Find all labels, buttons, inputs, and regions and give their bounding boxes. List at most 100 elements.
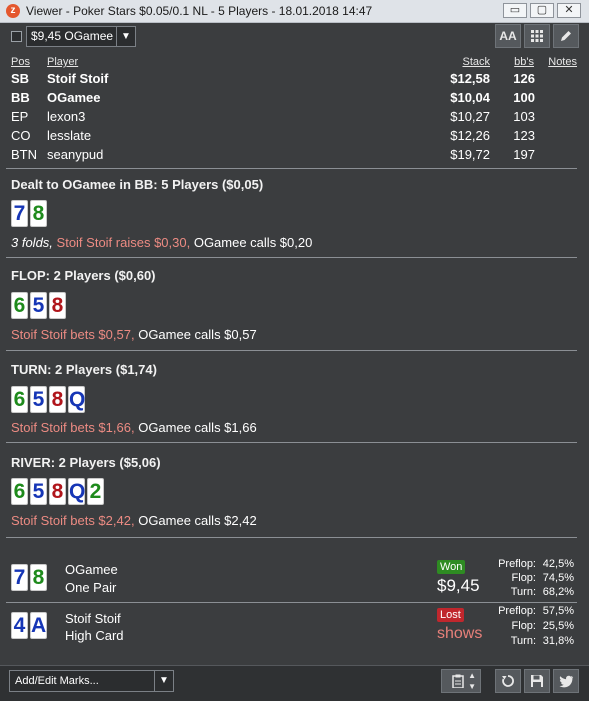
action-call: OGamee calls $0,57	[138, 327, 257, 342]
clipboard-button[interactable]: ▲ ▼	[441, 669, 481, 693]
player-pos: CO	[11, 128, 31, 143]
save-icon	[531, 675, 543, 687]
font-size-button[interactable]: AA	[495, 24, 521, 48]
player-stack: $10,04	[450, 90, 490, 105]
won-amount: $9,45	[437, 576, 480, 595]
stat-label: Preflop:	[498, 605, 536, 617]
stat-value: 42,5%	[542, 558, 574, 570]
result-player: OGamee	[65, 562, 118, 577]
stat-label: Flop:	[511, 620, 536, 632]
preflop-title: Dealt to OGamee in BB: 5 Players ($0,05)	[11, 177, 264, 192]
close-button[interactable]: ✕	[557, 3, 581, 18]
marks-select[interactable]: Add/Edit Marks... ▼	[9, 670, 174, 692]
player-name: lesslate	[47, 128, 92, 143]
card: Q	[68, 386, 86, 413]
section-divider	[6, 537, 577, 538]
card: 5	[30, 478, 47, 505]
section-divider	[6, 350, 577, 351]
player-name: Stoif Stoif	[47, 71, 109, 86]
card: 7	[11, 200, 28, 227]
card: 8	[49, 386, 66, 413]
select-checkbox[interactable]	[11, 31, 22, 42]
card: 8	[49, 478, 66, 505]
section-divider	[6, 257, 577, 258]
flop-action: Stoif Stoif bets $0,57, OGamee calls $0,…	[11, 327, 257, 342]
sort-icon: ▲ ▼	[468, 671, 476, 691]
player-row[interactable]: BTN seanypud $19,72 197	[0, 147, 589, 166]
player-bbs: 100	[513, 90, 535, 105]
section-divider	[6, 168, 577, 169]
action-bet: Stoif Stoif bets $0,57,	[11, 327, 139, 342]
turn-title: TURN: 2 Players ($1,74)	[11, 362, 157, 377]
stat-label: Flop:	[511, 572, 536, 584]
stat-label: Preflop:	[498, 558, 536, 570]
replay-button[interactable]	[495, 669, 521, 693]
card: 8	[30, 200, 47, 227]
header-notes[interactable]: Notes	[548, 56, 577, 68]
minimize-button[interactable]: ▭	[503, 3, 527, 18]
stat-label: Turn:	[510, 635, 536, 647]
player-row[interactable]: BB OGamee $10,04 100	[0, 90, 589, 109]
marks-select-value: Add/Edit Marks...	[15, 675, 99, 687]
action-call: OGamee calls $1,66	[138, 420, 257, 435]
player-select-value: $9,45 OGamee	[31, 29, 114, 43]
player-bbs: 103	[513, 109, 535, 124]
chevron-down-icon: ▼	[116, 27, 135, 46]
grid-icon	[531, 30, 543, 42]
player-name: OGamee	[47, 90, 101, 105]
action-bet: Stoif Stoif bets $2,42,	[11, 513, 139, 528]
restore-button[interactable]: ▢	[530, 3, 554, 18]
player-row[interactable]: EP lexon3 $10,27 103	[0, 109, 589, 128]
app-logo-icon: z	[6, 4, 20, 18]
player-select[interactable]: $9,45 OGamee ▼	[26, 26, 136, 47]
section-divider	[6, 442, 577, 443]
card: 7	[11, 564, 28, 591]
window-titlebar: z Viewer - Poker Stars $0.05/0.1 NL - 5 …	[0, 0, 589, 23]
card: 8	[49, 292, 66, 319]
action-bet: Stoif Stoif bets $1,66,	[11, 420, 139, 435]
clipboard-icon	[452, 674, 464, 689]
grid-button[interactable]	[524, 24, 550, 48]
header-stack[interactable]: Stack	[462, 56, 490, 68]
action-folds: 3 folds,	[11, 235, 57, 250]
card: 2	[87, 478, 104, 505]
twitter-icon	[559, 675, 573, 688]
stat-label: Turn:	[510, 586, 536, 598]
player-bbs: 123	[513, 128, 535, 143]
result-hand: High Card	[65, 628, 124, 643]
action-raise: Stoif Stoif raises $0,30,	[56, 235, 194, 250]
stat-value: 57,5%	[542, 605, 574, 617]
chevron-down-icon: ▼	[154, 671, 173, 691]
result-hand: One Pair	[65, 580, 117, 595]
player-pos: BB	[11, 90, 30, 105]
player-bbs: 126	[513, 71, 535, 86]
twitter-button[interactable]	[553, 669, 579, 693]
header-player[interactable]: Player	[47, 56, 78, 68]
edit-button[interactable]	[553, 24, 579, 48]
replay-icon	[502, 675, 514, 687]
card: A	[30, 612, 47, 639]
save-button[interactable]	[524, 669, 550, 693]
card: 8	[30, 564, 47, 591]
toolbar: $9,45 OGamee ▼ AA	[0, 23, 589, 51]
player-name: seanypud	[47, 147, 104, 162]
player-row[interactable]: SB Stoif Stoif $12,58 126	[0, 71, 589, 90]
player-name: lexon3	[47, 109, 86, 124]
action-call: OGamee calls $0,20	[193, 235, 313, 250]
player-pos: EP	[11, 109, 29, 124]
player-row[interactable]: CO lesslate $12,26 123	[0, 128, 589, 147]
window-title: Viewer - Poker Stars $0.05/0.1 NL - 5 Pl…	[26, 4, 373, 18]
player-stack: $10,27	[450, 109, 490, 124]
header-pos[interactable]: Pos	[11, 56, 30, 68]
shows-label: shows	[437, 625, 483, 642]
flop-title: FLOP: 2 Players ($0,60)	[11, 268, 156, 283]
player-stack: $12,26	[450, 128, 490, 143]
card: Q	[68, 478, 86, 505]
stat-value: 68,2%	[542, 586, 574, 598]
player-bbs: 197	[513, 147, 535, 162]
player-stack: $12,58	[450, 71, 490, 86]
river-title: RIVER: 2 Players ($5,06)	[11, 455, 161, 470]
turn-action: Stoif Stoif bets $1,66, OGamee calls $1,…	[11, 420, 257, 435]
header-bbs[interactable]: bb's	[514, 56, 534, 68]
player-pos: BTN	[11, 147, 37, 162]
